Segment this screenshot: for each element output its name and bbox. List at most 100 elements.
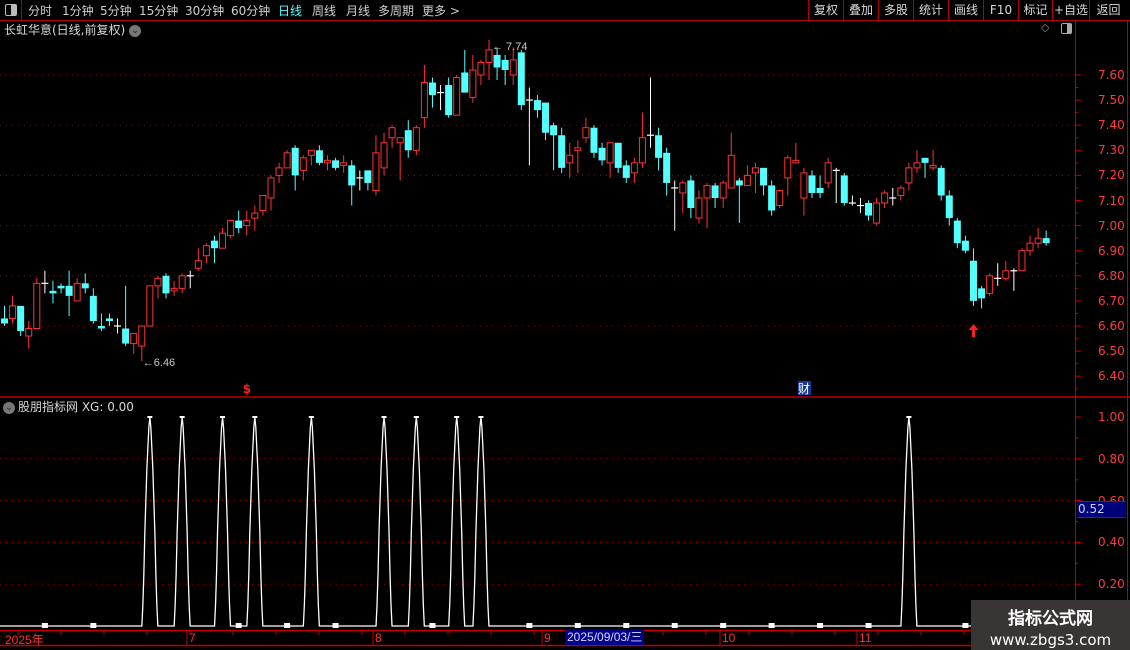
- price-tick-label: 7.30: [1098, 143, 1125, 158]
- candle-down: [614, 142, 622, 168]
- candle-up: [9, 305, 17, 319]
- finance-marker: 财: [798, 382, 810, 396]
- candle-up: [574, 147, 582, 151]
- candle-up: [703, 184, 711, 199]
- candle-up: [638, 137, 646, 164]
- candle-down: [57, 285, 65, 289]
- price-tick-label: 6.60: [1098, 319, 1125, 333]
- candle-up: [243, 220, 251, 227]
- candle-up: [905, 167, 913, 184]
- candle-up: [154, 277, 162, 287]
- candle-up: [267, 177, 275, 199]
- indicator-tick-label: 1.00: [1098, 410, 1125, 424]
- candle-up: [219, 232, 227, 249]
- candle-down: [332, 160, 340, 168]
- chevron-down-icon[interactable]: ⌄: [3, 401, 15, 414]
- xg-peak-mark: [252, 416, 258, 418]
- candle-down: [550, 125, 558, 136]
- current-value-badge: 0.52: [1077, 501, 1126, 518]
- baseline-marker: [574, 623, 581, 628]
- candle-up: [719, 182, 727, 199]
- candle-down: [978, 288, 986, 299]
- candle-up: [170, 287, 178, 292]
- candle-down: [1, 318, 8, 324]
- candle-down: [17, 305, 25, 332]
- candle-up: [566, 154, 574, 164]
- candle-up: [146, 285, 154, 327]
- price-tick-label: 7.60: [1098, 68, 1125, 82]
- candle-up: [913, 162, 921, 169]
- watermark-url: www.zbgs3.com: [989, 631, 1112, 649]
- candle-down: [122, 328, 130, 344]
- indicator-tick-label: 0.40: [1098, 535, 1125, 550]
- candle-down: [808, 175, 816, 193]
- indicator-tick-label: 0.80: [1098, 451, 1125, 466]
- candle-up: [873, 202, 881, 224]
- xg-peak-mark: [478, 416, 484, 418]
- candle-up: [477, 61, 485, 76]
- candle-up: [509, 59, 517, 76]
- candle-down: [760, 167, 768, 186]
- candle-down: [622, 165, 630, 178]
- cursor-date-label: 2025/09/03/三: [565, 630, 645, 645]
- candle-up: [307, 149, 315, 156]
- baseline-marker: [962, 623, 969, 628]
- candle-up: [130, 333, 138, 345]
- price-tick-label: 6.90: [1098, 243, 1125, 258]
- candle-down: [445, 85, 453, 116]
- candle-down: [945, 195, 953, 219]
- candle-down: [816, 187, 824, 193]
- candle-down: [663, 152, 671, 183]
- indicator-title-label: 股朋指标网 XG: 0.00: [18, 400, 134, 414]
- candle-up: [606, 142, 614, 164]
- candle-down: [461, 72, 469, 93]
- candle-up: [784, 157, 792, 179]
- price-tick-label: 7.10: [1098, 193, 1125, 208]
- candle-up: [178, 275, 186, 289]
- candle-down: [1042, 238, 1050, 244]
- candle-up: [727, 154, 735, 189]
- baseline-marker: [284, 623, 291, 628]
- candle-up: [1002, 270, 1010, 279]
- candle-up: [743, 174, 751, 186]
- candle-up: [776, 189, 784, 207]
- candle-up: [824, 162, 832, 184]
- candle-up: [202, 245, 210, 257]
- candle-down: [493, 54, 501, 68]
- date-axis-label: 10: [722, 631, 736, 645]
- chart-canvas[interactable]: ← 7.74 ←6.46 $ 财: [0, 0, 1130, 650]
- candle-down: [291, 147, 299, 176]
- candle-up: [695, 197, 703, 219]
- candle-down: [501, 59, 509, 70]
- candle-up: [299, 157, 307, 171]
- candle-up: [792, 159, 800, 164]
- candle-down: [404, 130, 412, 151]
- candle-down: [711, 185, 719, 198]
- price-tick-label: 6.40: [1098, 369, 1125, 384]
- price-tick-label: 6.70: [1098, 293, 1125, 308]
- candle-up: [275, 167, 283, 176]
- candle-up: [396, 137, 404, 144]
- baseline-marker: [623, 623, 630, 628]
- baseline-marker: [90, 623, 97, 628]
- baseline-marker: [768, 623, 775, 628]
- candle-down: [961, 240, 969, 251]
- baseline-marker: [865, 623, 872, 628]
- candle-up: [380, 142, 388, 169]
- candle-up: [630, 162, 638, 174]
- candle-up: [1018, 250, 1026, 272]
- candle-down: [65, 285, 73, 296]
- xg-indicator-line: [0, 416, 1075, 627]
- watermark: 指标公式网 www.zbgs3.com: [971, 600, 1130, 650]
- candle-up: [227, 220, 235, 237]
- candle-up: [33, 282, 41, 330]
- candle-up: [800, 172, 808, 199]
- date-axis-label: 2025年: [5, 633, 44, 647]
- candle-up: [897, 187, 905, 196]
- candle-down: [364, 170, 372, 183]
- price-tick-label: 6.50: [1098, 344, 1125, 359]
- candle-down: [598, 147, 606, 161]
- candle-down: [687, 180, 695, 209]
- candle-down: [81, 283, 89, 289]
- price-tick-label: 6.80: [1098, 268, 1125, 283]
